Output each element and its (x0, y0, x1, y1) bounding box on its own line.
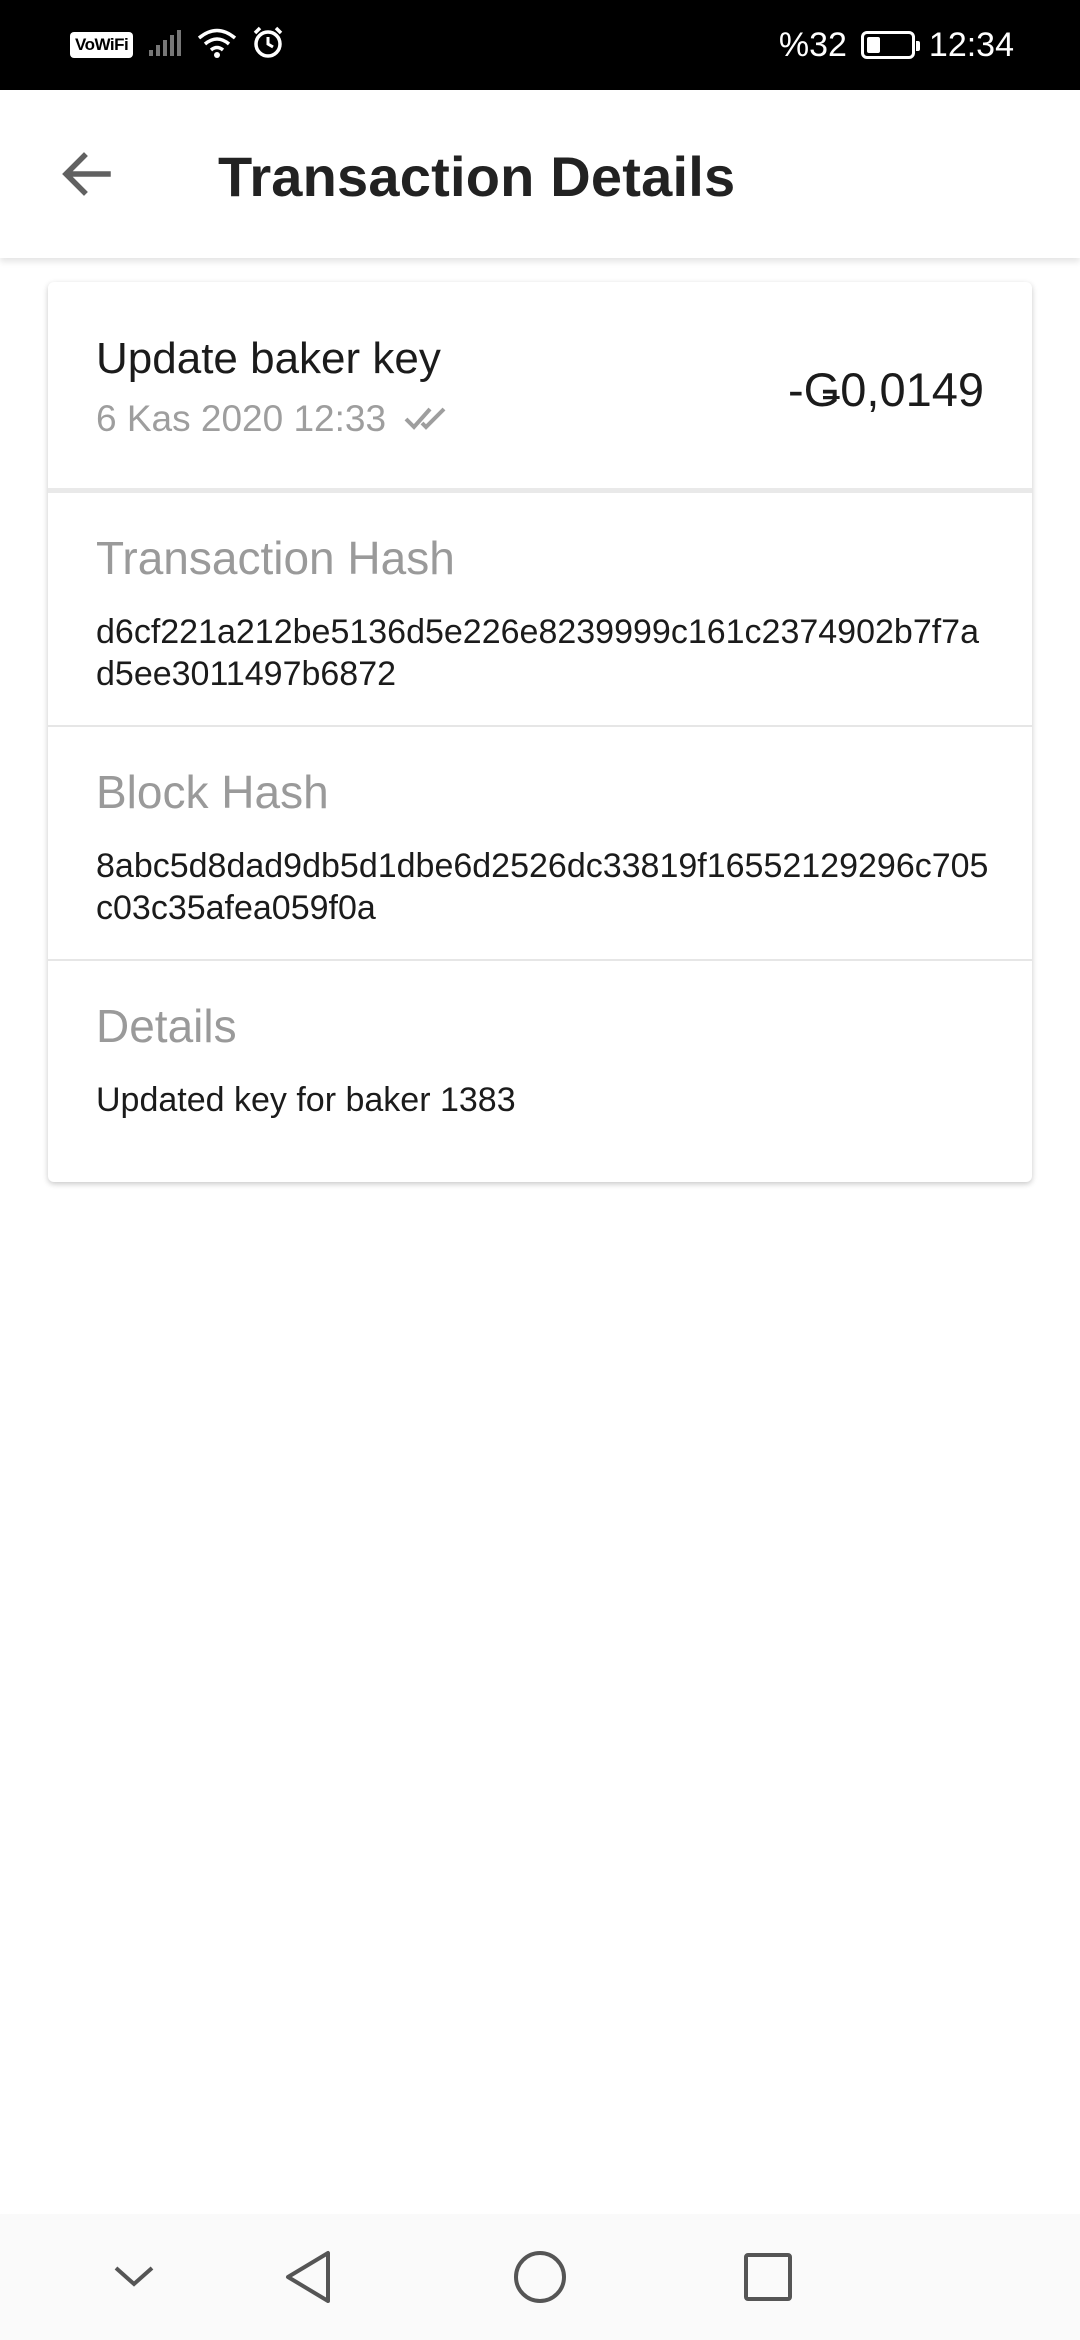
nav-collapse-button[interactable] (98, 2241, 170, 2313)
battery-fill (866, 37, 881, 53)
nav-home-button[interactable] (504, 2241, 576, 2313)
wifi-icon (197, 27, 237, 64)
status-bar-right: %32 12:34 (779, 26, 1014, 65)
details-section: Details Updated key for baker 1383 (48, 961, 1032, 1182)
signal-icon (147, 28, 183, 63)
status-bar-left: VoWiFi (70, 26, 285, 65)
details-label: Details (96, 1000, 237, 1052)
transaction-date: 6 Kas 2020 12:33 (96, 398, 387, 439)
recents-square-icon (744, 2253, 792, 2301)
status-bar: VoWiFi %32 12:34 (0, 0, 1080, 90)
transaction-title: Update baker key (96, 334, 441, 383)
alarm-icon (251, 26, 285, 65)
page-title: Transaction Details (218, 145, 736, 208)
details-value: Updated key for baker 1383 (96, 1081, 516, 1119)
double-check-icon (404, 403, 452, 436)
transaction-amount: -Ǥ0,0149 (788, 363, 984, 416)
back-triangle-icon (286, 2251, 330, 2303)
block-hash-section: Block Hash 8abc5d8dad9db5d1dbe6d2526dc33… (48, 727, 1032, 959)
transaction-hash-section: Transaction Hash d6cf221a212be5136d5e226… (48, 493, 1032, 725)
block-hash-label: Block Hash (96, 766, 329, 818)
battery-icon (860, 31, 920, 59)
chevron-down-icon (114, 2266, 154, 2287)
back-button[interactable] (48, 136, 124, 212)
system-nav-bar (0, 2214, 1080, 2340)
app-bar: Transaction Details (0, 90, 1080, 258)
battery-percent: %32 (778, 25, 847, 64)
block-hash-value[interactable]: 8abc5d8dad9db5d1dbe6d2526dc33819f1655212… (96, 845, 996, 929)
transaction-card: Update baker key 6 Kas 2020 12:33 -Ǥ0,01… (48, 282, 1032, 1182)
vowifi-icon: VoWiFi (70, 32, 134, 58)
transaction-hash-label: Transaction Hash (96, 532, 455, 584)
nav-recents-button[interactable] (732, 2241, 804, 2313)
nav-back-button[interactable] (272, 2241, 344, 2313)
arrow-left-icon (62, 152, 111, 196)
clock: 12:34 (928, 25, 1014, 64)
transaction-date-row: 6 Kas 2020 12:33 (96, 398, 452, 440)
transaction-hash-value[interactable]: d6cf221a212be5136d5e226e8239999c161c2374… (96, 611, 996, 695)
home-circle-icon (514, 2251, 566, 2303)
transaction-header: Update baker key 6 Kas 2020 12:33 -Ǥ0,01… (48, 282, 1032, 488)
